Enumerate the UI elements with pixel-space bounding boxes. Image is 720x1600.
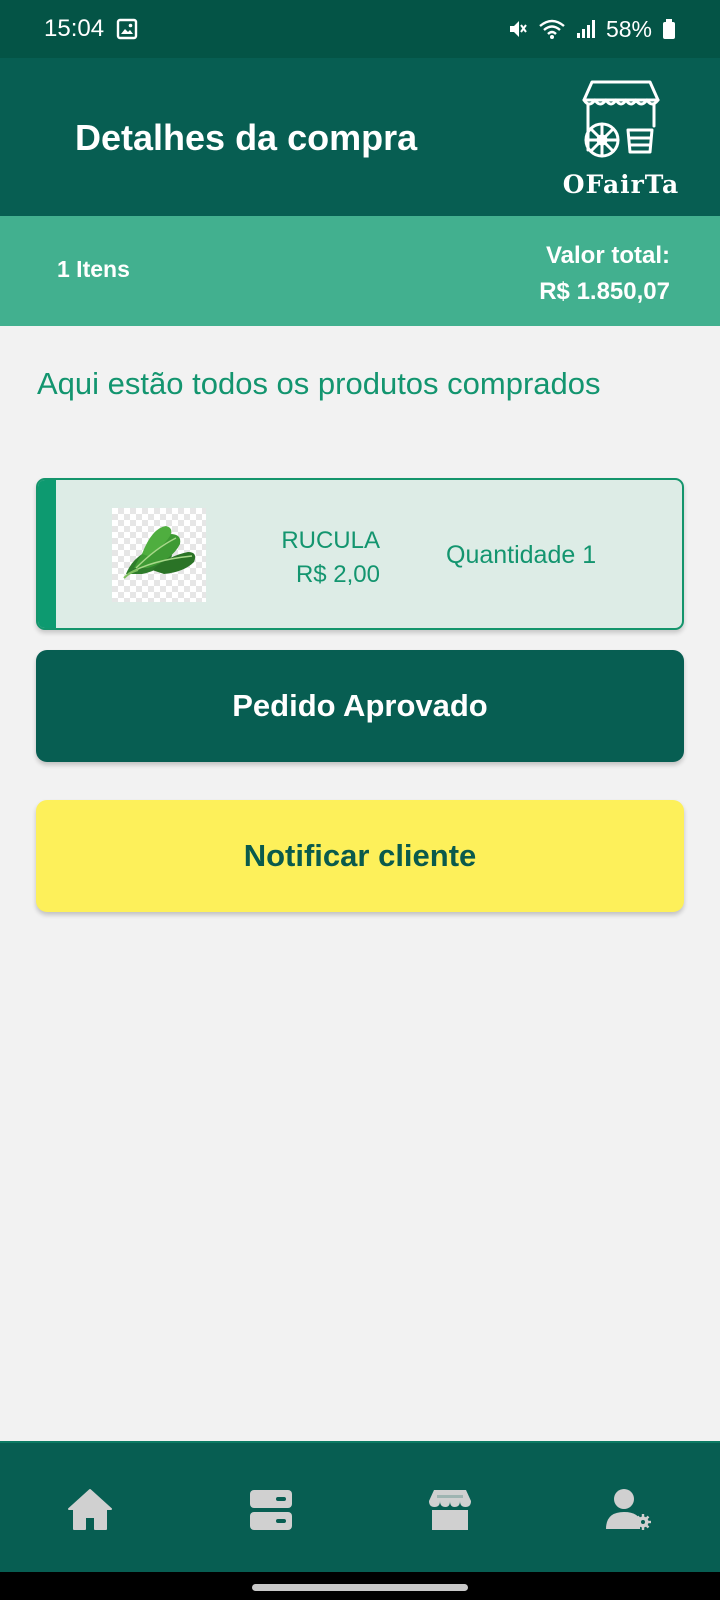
nav-home[interactable]	[67, 1487, 113, 1533]
product-name: RUCULA	[281, 527, 380, 554]
signal-icon	[576, 18, 596, 40]
bottom-nav	[0, 1441, 720, 1572]
status-time: 15:04	[44, 15, 105, 42]
product-card[interactable]: RUCULA R$ 2,00 Quantidade 1	[36, 478, 684, 630]
product-image	[112, 508, 206, 602]
summary-bar: 1 Itens Valor total: R$ 1.850,07	[0, 216, 720, 326]
product-info: RUCULA R$ 2,00	[252, 524, 380, 592]
product-price: R$ 2,00	[295, 561, 380, 588]
brand-logo: OFairTa	[556, 74, 686, 204]
home-indicator[interactable]	[252, 1584, 468, 1591]
total-label: Valor total:	[545, 242, 670, 269]
wifi-icon	[538, 18, 566, 40]
battery-icon	[662, 18, 676, 40]
store-icon	[429, 1490, 471, 1530]
intro-text: Aqui estão todos os produtos comprados	[37, 366, 601, 401]
nav-user-settings[interactable]	[605, 1487, 651, 1533]
status-bar: 15:04 58%	[0, 0, 720, 58]
card-accent-bar	[38, 480, 56, 628]
user-settings-icon	[606, 1489, 651, 1530]
image-icon	[116, 18, 138, 40]
page-title: Detalhes da compra	[75, 117, 418, 158]
nav-list[interactable]	[248, 1487, 294, 1533]
list-icon	[250, 1490, 292, 1530]
items-count: 1 Itens	[57, 256, 130, 282]
order-approved-button[interactable]: Pedido Aprovado	[36, 650, 684, 762]
total-value-block: Valor total: R$ 1.850,07	[539, 238, 670, 310]
total-value: R$ 1.850,07	[539, 278, 670, 305]
nav-store[interactable]	[427, 1487, 473, 1533]
market-cart-icon	[582, 80, 660, 158]
product-quantity: Quantidade 1	[446, 541, 597, 569]
app-header: Detalhes da compra OFairTa	[0, 58, 720, 216]
home-icon	[68, 1489, 112, 1530]
brand-name: OFairTa	[562, 170, 680, 199]
mute-icon	[508, 18, 528, 40]
status-left: 15:04	[44, 15, 138, 43]
notify-client-button[interactable]: Notificar cliente	[36, 800, 684, 912]
battery-percent: 58%	[605, 15, 652, 42]
arugula-leaves-icon	[123, 526, 196, 579]
status-right: 58%	[508, 16, 676, 43]
